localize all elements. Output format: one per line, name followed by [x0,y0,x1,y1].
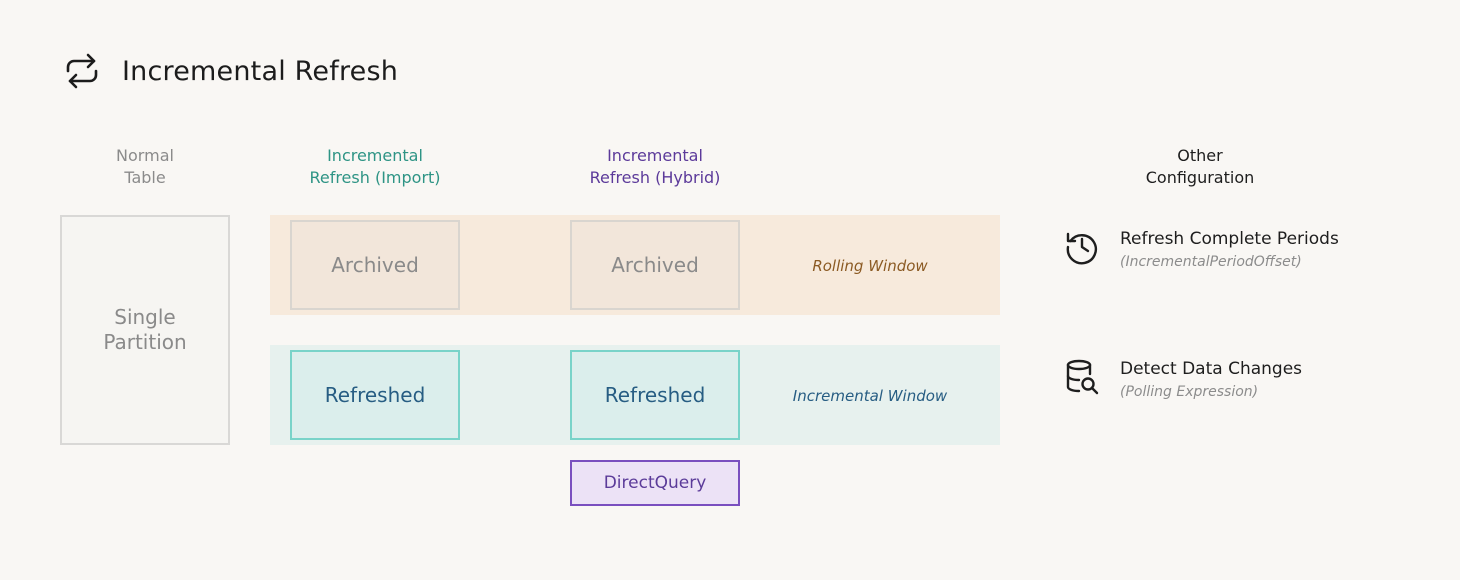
page-title: Incremental Refresh [122,55,399,87]
config-item-title-detect-data-changes: Detect Data Changes [1120,359,1303,379]
config-item-title-refresh-complete-periods: Refresh Complete Periods [1120,229,1339,249]
database-search-icon [1066,359,1099,395]
column-header-import: Incremental Refresh (Import) [309,146,441,187]
column-header-other-configuration: Other Configuration [1145,146,1255,187]
config-item-subtitle-detect-data-changes: (Polling Expression) [1120,384,1259,400]
page-header: Incremental Refresh [62,50,398,92]
refresh-cycle-icon [66,53,98,89]
import-archived-partition: Archived [290,220,460,310]
incremental-window-label: Incremental Window [792,387,948,405]
column-header-hybrid: Incremental Refresh (Hybrid) [589,146,721,187]
history-clock-icon [1066,232,1097,265]
directquery-partition: DirectQuery [570,460,740,506]
column-header-normal-table: Normal Table [116,146,174,187]
rolling-window-label: Rolling Window [812,257,928,275]
import-refreshed-partition: Refreshed [290,350,460,440]
hybrid-refreshed-partition: Refreshed [570,350,740,440]
single-partition-box: Single Partition [60,215,230,445]
config-item-subtitle-refresh-complete-periods: (IncrementalPeriodOffset) [1120,254,1302,270]
hybrid-archived-partition: Archived [570,220,740,310]
